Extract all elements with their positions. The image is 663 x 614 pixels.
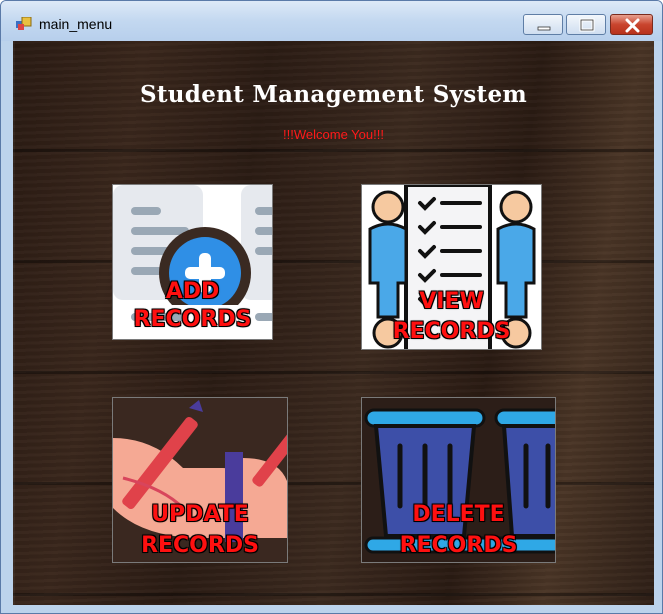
minimize-button[interactable] xyxy=(523,14,563,35)
update-records-label-line1: UPDATE xyxy=(151,502,249,527)
add-records-label-line2: RECORDS xyxy=(133,307,252,332)
wood-texture xyxy=(13,41,654,605)
maximize-icon xyxy=(579,18,595,32)
window-bottom-border xyxy=(1,605,662,613)
delete-records-label-line1: DELETE xyxy=(412,502,505,527)
window-title: main_menu xyxy=(39,16,113,32)
close-icon xyxy=(625,18,640,33)
delete-records-label-line2: RECORDS xyxy=(399,533,518,558)
maximize-button[interactable] xyxy=(566,14,606,35)
page-title: Student Management System xyxy=(139,81,528,108)
delete-records-button[interactable]: DELETE RECORDS xyxy=(361,397,556,563)
app-icon xyxy=(16,17,32,30)
view-records-label-line2: RECORDS xyxy=(392,319,511,344)
view-records-button[interactable]: VIEW RECORDS xyxy=(361,184,542,350)
main-panel: Student Management System !!!Welcome You… xyxy=(13,41,654,605)
title-bar[interactable]: main_menu xyxy=(1,1,662,41)
view-records-label-line1: VIEW xyxy=(419,289,484,314)
welcome-label: !!!Welcome You!!! xyxy=(283,127,384,142)
close-button[interactable] xyxy=(610,14,653,35)
window-frame: main_menu Student Management System !!!W… xyxy=(0,0,663,614)
add-records-button[interactable]: ADD RECORDS xyxy=(112,184,273,340)
update-records-label-line2: RECORDS xyxy=(141,533,259,558)
minimize-icon xyxy=(537,26,551,31)
add-records-label-line1: ADD xyxy=(165,279,220,304)
update-records-button[interactable]: UPDATE RECORDS xyxy=(112,397,288,563)
